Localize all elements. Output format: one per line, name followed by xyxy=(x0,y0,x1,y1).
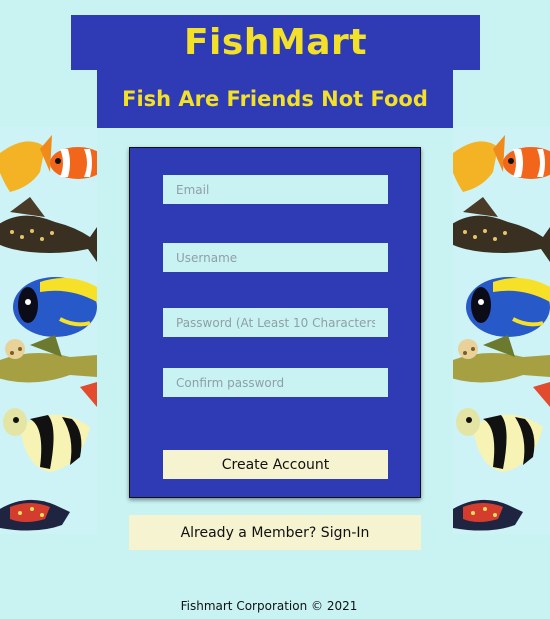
fish-illustration-left xyxy=(0,127,97,534)
blue-tang-icon xyxy=(13,277,97,337)
confirm-password-field[interactable] xyxy=(163,368,388,397)
signup-form-panel: Create Account xyxy=(129,147,421,498)
clownfish-icon xyxy=(50,147,97,179)
goby-fish-icon xyxy=(0,335,97,383)
red-spotted-fish-icon xyxy=(453,499,523,531)
password-field[interactable] xyxy=(163,308,388,337)
goby-fish-icon xyxy=(453,335,550,383)
header-tagline-bar: Fish Are Friends Not Food xyxy=(97,70,453,128)
yellow-fish-icon xyxy=(453,135,505,192)
footer-copyright: Fishmart Corporation © 2021 xyxy=(180,599,358,613)
site-title: FishMart xyxy=(183,22,368,63)
create-account-button[interactable]: Create Account xyxy=(163,450,388,479)
catfish-icon xyxy=(0,197,97,262)
moorish-idol-icon xyxy=(3,408,90,472)
fish-illustration-right xyxy=(453,127,550,534)
yellow-fish-icon xyxy=(0,135,52,192)
blue-tang-icon xyxy=(466,277,550,337)
email-field[interactable] xyxy=(163,175,388,204)
moorish-idol-icon xyxy=(456,408,543,472)
username-field[interactable] xyxy=(163,243,388,272)
catfish-icon xyxy=(453,197,550,262)
sign-in-button[interactable]: Already a Member? Sign-In xyxy=(129,515,421,550)
header-title-bar: FishMart xyxy=(71,15,480,70)
site-tagline: Fish Are Friends Not Food xyxy=(122,87,428,111)
red-spotted-fish-icon xyxy=(0,499,70,531)
clownfish-icon xyxy=(503,147,550,179)
